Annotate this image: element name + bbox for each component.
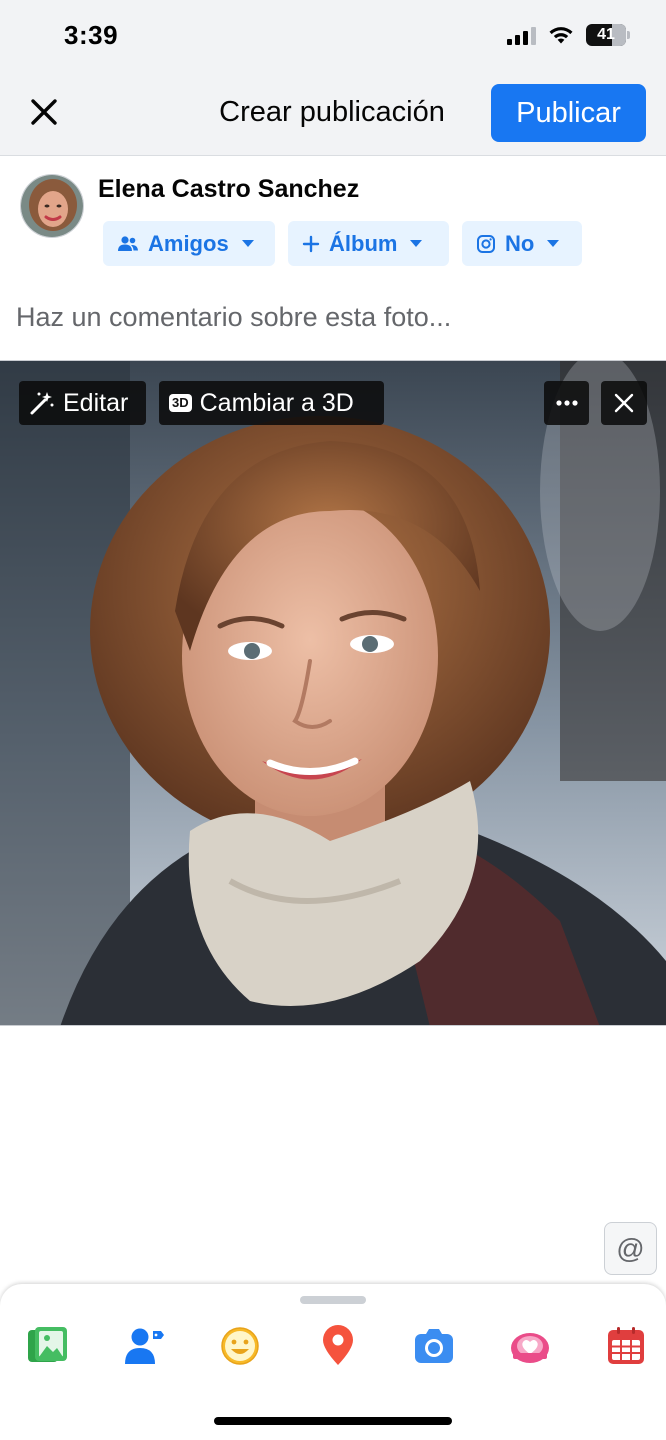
instagram-label: No — [505, 230, 535, 256]
edit-photo-button[interactable]: Editar — [19, 381, 146, 425]
camera-icon — [415, 1329, 453, 1363]
support-nonprofit-icon — [511, 1333, 549, 1363]
photo-video-icon — [28, 1327, 67, 1362]
friends-icon — [118, 235, 138, 251]
tray-grabber[interactable] — [300, 1296, 366, 1304]
user-name: Elena Castro Sanchez — [98, 175, 360, 203]
chevron-down-icon — [547, 240, 560, 247]
attached-photo: Editar 3D Cambiar a 3D — [0, 360, 666, 1026]
instagram-share-selector[interactable]: No — [462, 221, 582, 266]
status-bar: 3:39 41 — [0, 0, 666, 72]
event-icon — [608, 1327, 644, 1364]
audience-selector[interactable]: Amigos — [103, 221, 275, 266]
publish-button[interactable]: Publicar — [491, 84, 646, 142]
convert-3d-label: Cambiar a 3D — [199, 388, 354, 417]
status-icons: 41 — [507, 24, 630, 46]
tag-people-icon — [125, 1328, 164, 1364]
create-event-button[interactable] — [604, 1324, 648, 1368]
check-in-icon — [323, 1325, 353, 1365]
close-icon — [614, 393, 634, 413]
battery-icon: 41 — [586, 24, 626, 46]
edit-label: Editar — [63, 388, 129, 417]
more-icon — [555, 400, 578, 406]
feeling-icon — [221, 1327, 259, 1365]
avatar — [20, 174, 84, 238]
3d-icon: 3D — [169, 394, 192, 412]
instagram-icon — [477, 234, 495, 253]
portrait-photo — [0, 361, 666, 1025]
tag-people-button[interactable] — [122, 1324, 166, 1368]
album-selector[interactable]: Álbum — [288, 221, 449, 266]
photo-video-button[interactable] — [26, 1324, 70, 1368]
chevron-down-icon — [410, 240, 423, 247]
camera-button[interactable] — [412, 1324, 456, 1368]
mention-button[interactable]: @ — [604, 1222, 657, 1275]
magic-wand-icon — [30, 392, 54, 415]
feeling-activity-button[interactable] — [218, 1324, 262, 1368]
wifi-icon — [549, 27, 573, 44]
support-nonprofit-button[interactable] — [508, 1324, 552, 1368]
remove-photo-button[interactable] — [601, 381, 647, 425]
chevron-down-icon — [241, 240, 254, 247]
status-time: 3:39 — [64, 20, 119, 50]
photo-comment-input[interactable] — [16, 302, 646, 333]
convert-3d-button[interactable]: 3D Cambiar a 3D — [159, 381, 384, 425]
audience-label: Amigos — [148, 230, 229, 256]
at-sign-icon: @ — [616, 1232, 645, 1264]
battery-level: 41 — [597, 26, 615, 43]
post-options-tray — [0, 1284, 666, 1440]
check-in-button[interactable] — [316, 1324, 360, 1368]
more-options-button[interactable] — [544, 381, 589, 425]
home-indicator[interactable] — [214, 1417, 452, 1425]
create-post-header: Crear publicación Publicar — [0, 72, 666, 156]
cellular-signal-icon — [507, 25, 536, 45]
plus-icon — [302, 235, 320, 252]
album-label: Álbum — [329, 230, 398, 256]
